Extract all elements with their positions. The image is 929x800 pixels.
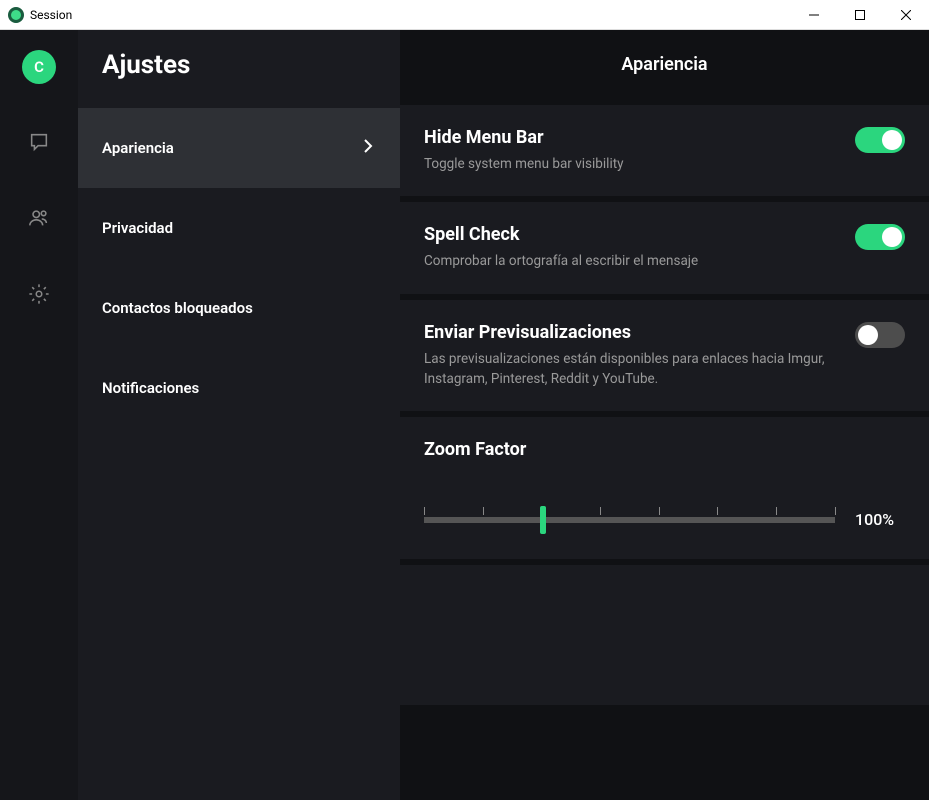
- contacts-button[interactable]: [21, 200, 57, 236]
- zoom-value: 100%: [855, 510, 905, 529]
- toggle-knob: [858, 325, 878, 345]
- setting-desc: Toggle system menu bar visibility: [424, 154, 835, 174]
- settings-button[interactable]: [21, 276, 57, 312]
- slider-handle[interactable]: [540, 506, 546, 534]
- app-body: C Ajustes AparienciaPrivacidadContactos: [0, 30, 929, 800]
- nav-item-label: Notificaciones: [102, 379, 199, 397]
- avatar[interactable]: C: [22, 50, 56, 84]
- slider-track: [424, 517, 835, 523]
- zoom-factor-title: Zoom Factor: [424, 439, 905, 460]
- slider-tick: [776, 507, 777, 515]
- setting-hide-menu-bar: Hide Menu Bar Toggle system menu bar visi…: [400, 105, 929, 196]
- main-header: Apariencia: [400, 30, 929, 105]
- nav-item-label: Apariencia: [102, 139, 174, 157]
- window-titlebar: Session: [0, 0, 929, 30]
- footer-block: [400, 565, 929, 705]
- nav-item-privacy[interactable]: Privacidad: [78, 188, 400, 268]
- icon-sidebar: C: [0, 30, 78, 800]
- settings-title: Ajustes: [78, 30, 400, 108]
- zoom-slider[interactable]: [424, 517, 835, 523]
- nav-item-label: Contactos bloqueados: [102, 299, 253, 317]
- setting-text: Hide Menu Bar Toggle system menu bar visi…: [424, 127, 855, 174]
- app-icon: [8, 7, 24, 23]
- maximize-button[interactable]: [837, 0, 883, 30]
- slider-tick: [835, 507, 836, 515]
- toggle-send-previews[interactable]: [855, 322, 905, 348]
- setting-title: Enviar Previsualizaciones: [424, 322, 835, 343]
- maximize-icon: [855, 10, 865, 20]
- nav-item-appearance[interactable]: Apariencia: [78, 108, 400, 188]
- close-icon: [901, 10, 911, 20]
- close-button[interactable]: [883, 0, 929, 30]
- nav-item-label: Privacidad: [102, 219, 173, 237]
- setting-send-previews: Enviar Previsualizaciones Las previsualiz…: [400, 300, 929, 412]
- setting-title: Spell Check: [424, 224, 835, 245]
- slider-tick: [659, 507, 660, 515]
- avatar-letter: C: [34, 58, 44, 76]
- nav-item-notifications[interactable]: Notificaciones: [78, 348, 400, 428]
- toggle-spell-check[interactable]: [855, 224, 905, 250]
- minimize-button[interactable]: [791, 0, 837, 30]
- setting-desc: Las previsualizaciones están disponibles…: [424, 349, 835, 390]
- titlebar-left: Session: [8, 7, 72, 23]
- slider-tick: [483, 507, 484, 515]
- main-content: Apariencia Hide Menu Bar Toggle system me…: [400, 30, 929, 800]
- zoom-factor-block: Zoom Factor 100%: [400, 417, 929, 559]
- toggle-hide-menu-bar[interactable]: [855, 127, 905, 153]
- nav-list: Apariencia Privacidad Contactos bloqueados…: [78, 108, 400, 428]
- slider-tick: [424, 507, 425, 515]
- toggle-knob: [882, 227, 902, 247]
- zoom-row: 100%: [424, 510, 905, 529]
- setting-spell-check: Spell Check Comprobar la ortografía al es…: [400, 202, 929, 293]
- nav-item-blocked[interactable]: Contactos bloqueados: [78, 268, 400, 348]
- setting-desc: Comprobar la ortografía al escribir el m…: [424, 251, 835, 271]
- window-controls: [791, 0, 929, 30]
- slider-tick: [717, 507, 718, 515]
- setting-title: Hide Menu Bar: [424, 127, 835, 148]
- people-icon: [28, 207, 50, 229]
- chevron-right-icon: [360, 138, 376, 158]
- message-icon: [28, 131, 50, 153]
- gear-icon: [28, 283, 50, 305]
- toggle-knob: [882, 130, 902, 150]
- minimize-icon: [809, 10, 819, 20]
- setting-text: Spell Check Comprobar la ortografía al es…: [424, 224, 855, 271]
- settings-nav: Ajustes Apariencia Privacidad Contactos bl…: [78, 30, 400, 800]
- setting-text: Enviar Previsualizaciones Las previsualiz…: [424, 322, 855, 390]
- slider-tick: [600, 507, 601, 515]
- messages-button[interactable]: [21, 124, 57, 160]
- window-title: Session: [30, 8, 72, 22]
